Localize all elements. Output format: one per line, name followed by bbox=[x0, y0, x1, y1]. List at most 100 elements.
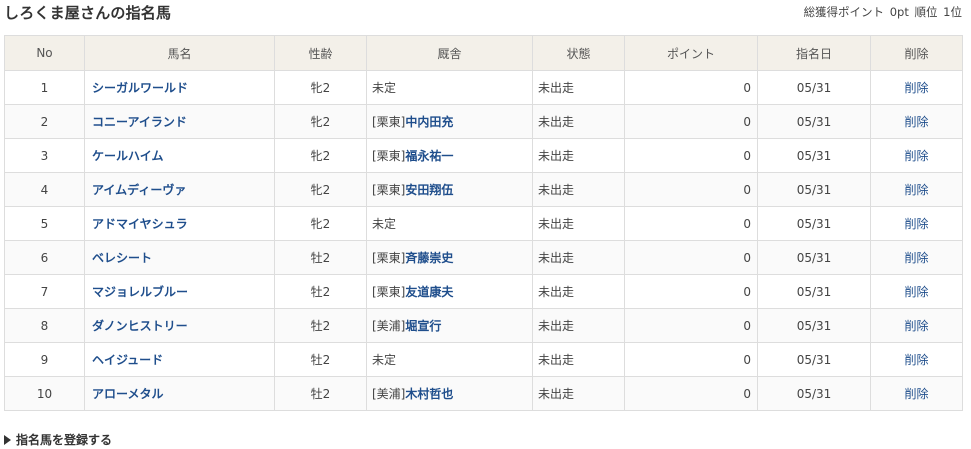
trainer-link[interactable]: 堀宣行 bbox=[405, 319, 441, 333]
horse-name-link[interactable]: アドマイヤシュラ bbox=[92, 217, 188, 231]
delete-cell: 削除 bbox=[870, 240, 963, 275]
points: 0 bbox=[624, 104, 758, 139]
horse-name-link[interactable]: ケールハイム bbox=[92, 149, 164, 163]
delete-link[interactable]: 削除 bbox=[904, 319, 928, 333]
horse-name-cell: アローメタル bbox=[84, 376, 275, 411]
sex-age: 牝2 bbox=[274, 138, 367, 173]
table-row: 1 シーガルワールド 牝2 未定 未出走 0 05/31 削除 bbox=[4, 70, 963, 105]
status: 未出走 bbox=[532, 104, 625, 139]
stable-cell: [美浦]堀宣行 bbox=[366, 308, 533, 343]
delete-cell: 削除 bbox=[870, 274, 963, 309]
nomination-date: 05/31 bbox=[757, 172, 871, 207]
sex-age: 牝2 bbox=[274, 172, 367, 207]
delete-cell: 削除 bbox=[870, 308, 963, 343]
column-header-date: 指名日 bbox=[757, 35, 871, 71]
row-number: 1 bbox=[4, 70, 85, 105]
horse-name-link[interactable]: アローメタル bbox=[92, 387, 164, 401]
status: 未出走 bbox=[532, 138, 625, 173]
delete-link[interactable]: 削除 bbox=[904, 251, 928, 265]
stable-cell: 未定 bbox=[366, 206, 533, 241]
trainer-link[interactable]: 中内田充 bbox=[405, 115, 453, 129]
horse-name-link[interactable]: アイムディーヴァ bbox=[92, 183, 186, 197]
status: 未出走 bbox=[532, 308, 625, 343]
horse-name-cell: ベレシート bbox=[84, 240, 275, 275]
stable-prefix: [美浦] bbox=[372, 387, 406, 401]
stable-prefix: [栗東] bbox=[372, 149, 406, 163]
nomination-date: 05/31 bbox=[757, 240, 871, 275]
table-row: 3 ケールハイム 牝2 [栗東]福永祐一 未出走 0 05/31 削除 bbox=[4, 138, 963, 173]
delete-link[interactable]: 削除 bbox=[904, 115, 928, 129]
delete-cell: 削除 bbox=[870, 70, 963, 105]
row-number: 4 bbox=[4, 172, 85, 207]
row-number: 9 bbox=[4, 342, 85, 377]
status: 未出走 bbox=[532, 172, 625, 207]
register-nomination-link[interactable]: 指名馬を登録する bbox=[4, 431, 112, 448]
points: 0 bbox=[624, 172, 758, 207]
stable-prefix: [栗東] bbox=[372, 285, 406, 299]
delete-link[interactable]: 削除 bbox=[904, 183, 928, 197]
stable-prefix: 未定 bbox=[372, 81, 397, 95]
stable-cell: [栗東]福永祐一 bbox=[366, 138, 533, 173]
horse-name-cell: アドマイヤシュラ bbox=[84, 206, 275, 241]
delete-cell: 削除 bbox=[870, 342, 963, 377]
row-number: 3 bbox=[4, 138, 85, 173]
horse-name-link[interactable]: ヘイジュード bbox=[92, 353, 163, 367]
delete-link[interactable]: 削除 bbox=[904, 81, 928, 95]
sex-age: 牝2 bbox=[274, 70, 367, 105]
horse-name-link[interactable]: ベレシート bbox=[92, 251, 152, 265]
sex-age: 牡2 bbox=[274, 342, 367, 377]
trainer-link[interactable]: 福永祐一 bbox=[405, 149, 453, 163]
delete-link[interactable]: 削除 bbox=[904, 217, 928, 231]
delete-link[interactable]: 削除 bbox=[904, 149, 928, 163]
points: 0 bbox=[624, 138, 758, 173]
rank-value: 1位 bbox=[943, 5, 962, 19]
stable-cell: [美浦]木村哲也 bbox=[366, 376, 533, 411]
trainer-link[interactable]: 友道康夫 bbox=[405, 285, 453, 299]
row-number: 8 bbox=[4, 308, 85, 343]
table-row: 8 ダノンヒストリー 牡2 [美浦]堀宣行 未出走 0 05/31 削除 bbox=[4, 308, 963, 343]
trainer-link[interactable]: 木村哲也 bbox=[405, 387, 453, 401]
horse-name-link[interactable]: マジョレルブルー bbox=[92, 285, 188, 299]
horse-name-cell: ダノンヒストリー bbox=[84, 308, 275, 343]
sex-age: 牡2 bbox=[274, 308, 367, 343]
delete-link[interactable]: 削除 bbox=[904, 285, 928, 299]
delete-cell: 削除 bbox=[870, 376, 963, 411]
horse-name-link[interactable]: ダノンヒストリー bbox=[92, 319, 188, 333]
stable-cell: 未定 bbox=[366, 342, 533, 377]
nomination-date: 05/31 bbox=[757, 308, 871, 343]
stable-cell: [栗東]斉藤崇史 bbox=[366, 240, 533, 275]
delete-cell: 削除 bbox=[870, 138, 963, 173]
delete-link[interactable]: 削除 bbox=[904, 353, 928, 367]
column-header-points: ポイント bbox=[624, 35, 758, 71]
nomination-date: 05/31 bbox=[757, 70, 871, 105]
trainer-link[interactable]: 安田翔伍 bbox=[405, 183, 453, 197]
horse-name-cell: シーガルワールド bbox=[84, 70, 275, 105]
points: 0 bbox=[624, 274, 758, 309]
horse-name-link[interactable]: コニーアイランド bbox=[92, 115, 187, 129]
points: 0 bbox=[624, 240, 758, 275]
sex-age: 牡2 bbox=[274, 376, 367, 411]
total-points-value: 0pt bbox=[889, 5, 909, 19]
horse-name-link[interactable]: シーガルワールド bbox=[92, 81, 188, 95]
table-row: 2 コニーアイランド 牝2 [栗東]中内田充 未出走 0 05/31 削除 bbox=[4, 104, 963, 139]
stable-cell: [栗東]友道康夫 bbox=[366, 274, 533, 309]
points-summary: 総獲得ポイント 0pt 順位 1位 bbox=[802, 4, 962, 20]
delete-link[interactable]: 削除 bbox=[904, 387, 928, 401]
column-header-delete: 削除 bbox=[870, 35, 963, 71]
status: 未出走 bbox=[532, 342, 625, 377]
table-row: 7 マジョレルブルー 牡2 [栗東]友道康夫 未出走 0 05/31 削除 bbox=[4, 274, 963, 309]
nomination-date: 05/31 bbox=[757, 138, 871, 173]
trainer-link[interactable]: 斉藤崇史 bbox=[405, 251, 453, 265]
nomination-date: 05/31 bbox=[757, 104, 871, 139]
horse-name-cell: ヘイジュード bbox=[84, 342, 275, 377]
horse-name-cell: コニーアイランド bbox=[84, 104, 275, 139]
sex-age: 牝2 bbox=[274, 104, 367, 139]
table-header-row: No 馬名 性齢 厩舎 状態 ポイント 指名日 削除 bbox=[4, 35, 963, 71]
column-header-sex-age: 性齢 bbox=[274, 35, 367, 71]
status: 未出走 bbox=[532, 274, 625, 309]
stable-cell: [栗東]中内田充 bbox=[366, 104, 533, 139]
stable-prefix: 未定 bbox=[372, 353, 397, 367]
sex-age: 牡2 bbox=[274, 274, 367, 309]
horse-name-cell: マジョレルブルー bbox=[84, 274, 275, 309]
points: 0 bbox=[624, 342, 758, 377]
